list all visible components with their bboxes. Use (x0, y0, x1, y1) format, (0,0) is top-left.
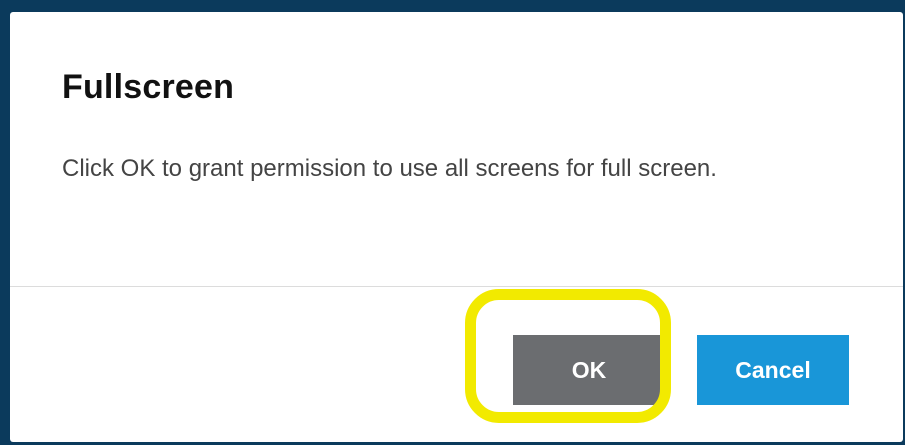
dialog-message: Click OK to grant permission to use all … (62, 155, 717, 182)
dialog-divider (10, 286, 903, 287)
fullscreen-permission-dialog: Fullscreen Click OK to grant permission … (10, 12, 903, 442)
ok-button[interactable]: OK (513, 335, 665, 405)
dialog-title: Fullscreen (62, 68, 235, 106)
cancel-button[interactable]: Cancel (697, 335, 849, 405)
